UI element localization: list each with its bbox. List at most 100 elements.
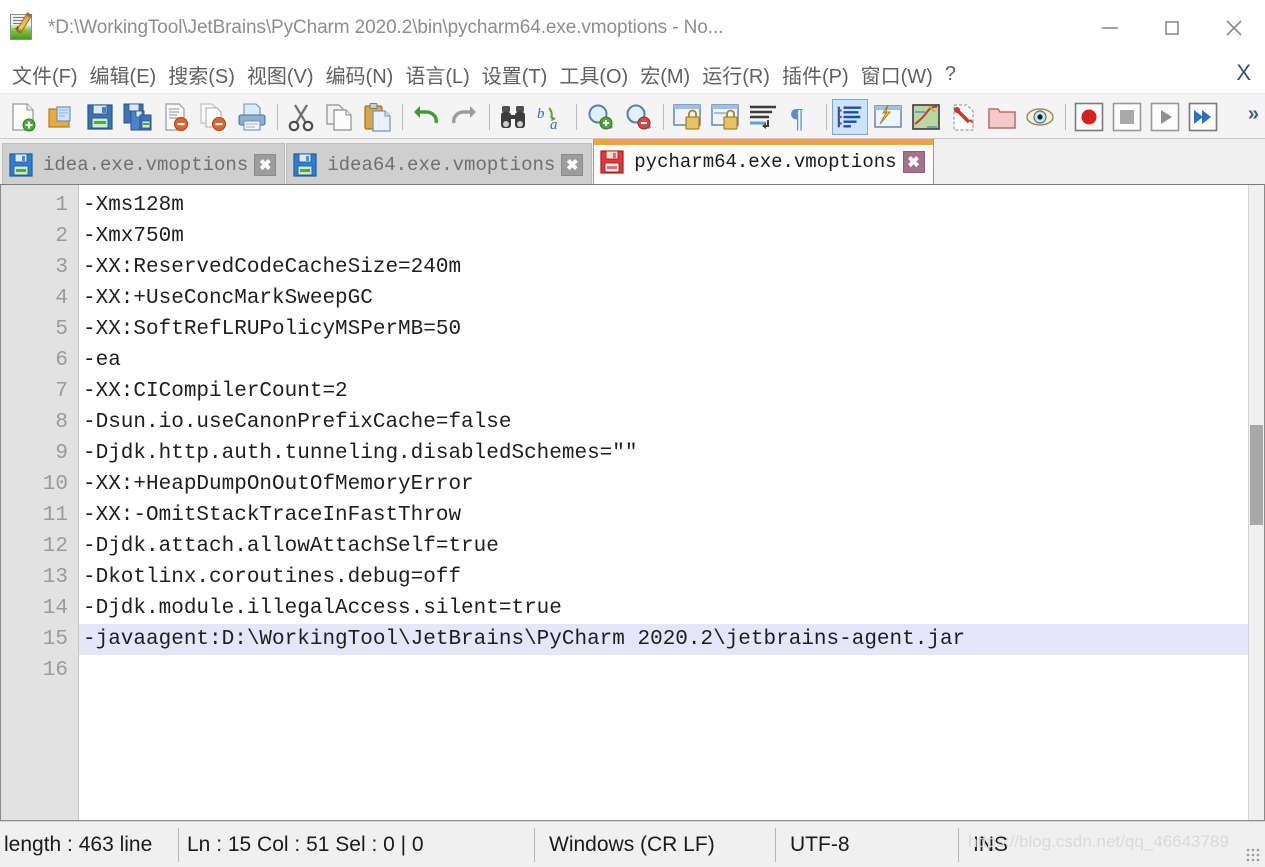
toolbar-separator bbox=[484, 102, 495, 132]
menu-help[interactable]: ? bbox=[939, 61, 962, 88]
editor-area[interactable]: 1 2 3 4 5 6 7 8 9 10 11 12 13 14 15 16 -… bbox=[0, 184, 1265, 821]
toolbar-separator bbox=[272, 102, 283, 132]
menu-encoding[interactable]: 编码(N) bbox=[320, 58, 400, 91]
menu-edit[interactable]: 编辑(E) bbox=[84, 58, 163, 91]
line-number: 10 bbox=[42, 473, 68, 496]
replace-icon[interactable]: b a bbox=[533, 99, 569, 135]
tab-idea64-exe-vmoptions[interactable]: idea64.exe.vmoptions ✖ bbox=[286, 143, 593, 185]
menu-search[interactable]: 搜索(S) bbox=[162, 58, 241, 91]
user-defined-dialog-icon[interactable] bbox=[870, 99, 906, 135]
window-controls bbox=[1079, 0, 1265, 56]
resize-grip[interactable] bbox=[1246, 848, 1262, 864]
line-number: 9 bbox=[55, 442, 68, 465]
undo-icon[interactable] bbox=[408, 99, 444, 135]
menu-language[interactable]: 语言(L) bbox=[399, 58, 475, 91]
status-encoding[interactable]: UTF-8 bbox=[776, 822, 958, 867]
menu-window[interactable]: 窗口(W) bbox=[855, 58, 939, 91]
tab-close-icon[interactable]: ✖ bbox=[254, 153, 277, 176]
toolbar-separator bbox=[571, 102, 582, 132]
line-number: 5 bbox=[55, 318, 68, 341]
tab-close-icon[interactable]: ✖ bbox=[561, 153, 584, 176]
zoom-out-icon[interactable] bbox=[620, 99, 656, 135]
save-red-icon bbox=[600, 150, 624, 174]
code-line: -Xms128m bbox=[83, 194, 184, 217]
print-icon[interactable] bbox=[234, 99, 270, 135]
stop-record-macro-icon[interactable] bbox=[1109, 99, 1145, 135]
line-number: 15 bbox=[42, 628, 68, 651]
svg-text:¶: ¶ bbox=[791, 103, 803, 132]
close-document-button[interactable]: X bbox=[1236, 60, 1251, 86]
menu-view[interactable]: 视图(V) bbox=[241, 58, 320, 91]
close-file-icon[interactable] bbox=[158, 99, 194, 135]
minimize-button[interactable] bbox=[1079, 0, 1141, 56]
tab-label: idea.exe.vmoptions bbox=[43, 153, 249, 176]
cut-icon[interactable] bbox=[283, 99, 319, 135]
indent-guideline-icon[interactable] bbox=[832, 98, 868, 135]
svg-text:b: b bbox=[537, 106, 545, 122]
code-line: -XX:+HeapDumpOnOutOfMemoryError bbox=[83, 473, 474, 496]
maximize-button[interactable] bbox=[1141, 0, 1203, 56]
code-line: -Xmx750m bbox=[83, 225, 184, 248]
open-file-icon[interactable] bbox=[44, 99, 80, 135]
menu-settings[interactable]: 设置(T) bbox=[476, 58, 554, 91]
tab-pycharm64-exe-vmoptions[interactable]: pycharm64.exe.vmoptions ✖ bbox=[593, 139, 934, 185]
sync-vertical-scroll-icon[interactable] bbox=[669, 99, 705, 135]
folder-as-workspace-icon[interactable] bbox=[984, 99, 1020, 135]
code-line: -XX:+UseConcMarkSweepGC bbox=[83, 287, 373, 310]
line-number: 2 bbox=[55, 225, 68, 248]
status-bar: length : 463 line Ln : 15 Col : 51 Sel :… bbox=[0, 821, 1265, 867]
line-number: 11 bbox=[42, 504, 68, 527]
tab-close-icon[interactable]: ✖ bbox=[902, 151, 925, 173]
run-macro-multiple-icon[interactable] bbox=[1185, 99, 1221, 135]
toolbar-separator bbox=[397, 102, 408, 132]
code-text[interactable]: -Xms128m -Xmx750m -XX:ReservedCodeCacheS… bbox=[79, 185, 1264, 820]
tab-bar: idea.exe.vmoptions ✖ idea64.exe.vmoption… bbox=[0, 139, 1265, 185]
paste-icon[interactable] bbox=[359, 99, 395, 135]
vertical-scrollbar[interactable] bbox=[1248, 185, 1264, 820]
copy-icon[interactable] bbox=[321, 99, 357, 135]
save-all-icon[interactable] bbox=[120, 99, 156, 135]
save-blue-icon bbox=[293, 152, 317, 177]
line-number-gutter: 1 2 3 4 5 6 7 8 9 10 11 12 13 14 15 16 bbox=[1, 185, 79, 820]
line-number: 12 bbox=[42, 535, 68, 558]
code-line: -XX:ReservedCodeCacheSize=240m bbox=[83, 256, 462, 279]
menu-bar: 文件(F) 编辑(E) 搜索(S) 视图(V) 编码(N) 语言(L) 设置(T… bbox=[0, 56, 1265, 94]
code-line: -XX:-OmitStackTraceInFastThrow bbox=[83, 504, 462, 527]
title-bar: ++ *D:\WorkingTool\JetBrains\PyCharm 202… bbox=[0, 0, 1265, 56]
save-icon[interactable] bbox=[82, 99, 118, 135]
status-eol-format[interactable]: Windows (CR LF) bbox=[535, 822, 775, 867]
toolbar-separator bbox=[1060, 102, 1071, 132]
tab-settings-icon[interactable] bbox=[946, 99, 982, 135]
line-number: 13 bbox=[42, 566, 68, 589]
vertical-scrollbar-thumb[interactable] bbox=[1250, 425, 1263, 525]
zoom-in-icon[interactable] bbox=[582, 99, 618, 135]
toolbar: b a ¶ » bbox=[0, 95, 1265, 139]
menu-file[interactable]: 文件(F) bbox=[6, 58, 84, 91]
menu-tools[interactable]: 工具(O) bbox=[553, 58, 634, 91]
line-number: 8 bbox=[55, 411, 68, 434]
tab-idea-exe-vmoptions[interactable]: idea.exe.vmoptions ✖ bbox=[2, 143, 286, 185]
toolbar-overflow-button[interactable]: » bbox=[1248, 103, 1259, 126]
word-wrap-icon[interactable] bbox=[745, 99, 781, 135]
menu-run[interactable]: 运行(R) bbox=[696, 58, 776, 91]
record-macro-icon[interactable] bbox=[1071, 99, 1107, 135]
redo-icon[interactable] bbox=[446, 99, 482, 135]
new-file-icon[interactable] bbox=[6, 99, 42, 135]
sync-horizontal-scroll-icon[interactable] bbox=[707, 99, 743, 135]
notepadpp-window: ++ *D:\WorkingTool\JetBrains\PyCharm 202… bbox=[0, 0, 1265, 867]
line-number: 4 bbox=[55, 287, 68, 310]
status-insert-mode[interactable]: INS bbox=[959, 822, 1008, 867]
close-button[interactable] bbox=[1203, 0, 1265, 56]
line-number: 6 bbox=[55, 349, 68, 372]
menu-macro[interactable]: 宏(M) bbox=[634, 58, 696, 91]
code-line: -Dsun.io.useCanonPrefixCache=false bbox=[83, 411, 512, 434]
toolbar-separator bbox=[658, 102, 669, 132]
menu-plugins[interactable]: 插件(P) bbox=[776, 58, 855, 91]
close-all-icon[interactable] bbox=[196, 99, 232, 135]
line-number: 16 bbox=[42, 659, 68, 682]
show-whitespace-icon[interactable] bbox=[908, 99, 944, 135]
document-map-icon[interactable] bbox=[1022, 99, 1058, 135]
find-icon[interactable] bbox=[495, 99, 531, 135]
show-all-characters-icon[interactable]: ¶ bbox=[783, 99, 819, 135]
play-macro-icon[interactable] bbox=[1147, 99, 1183, 135]
